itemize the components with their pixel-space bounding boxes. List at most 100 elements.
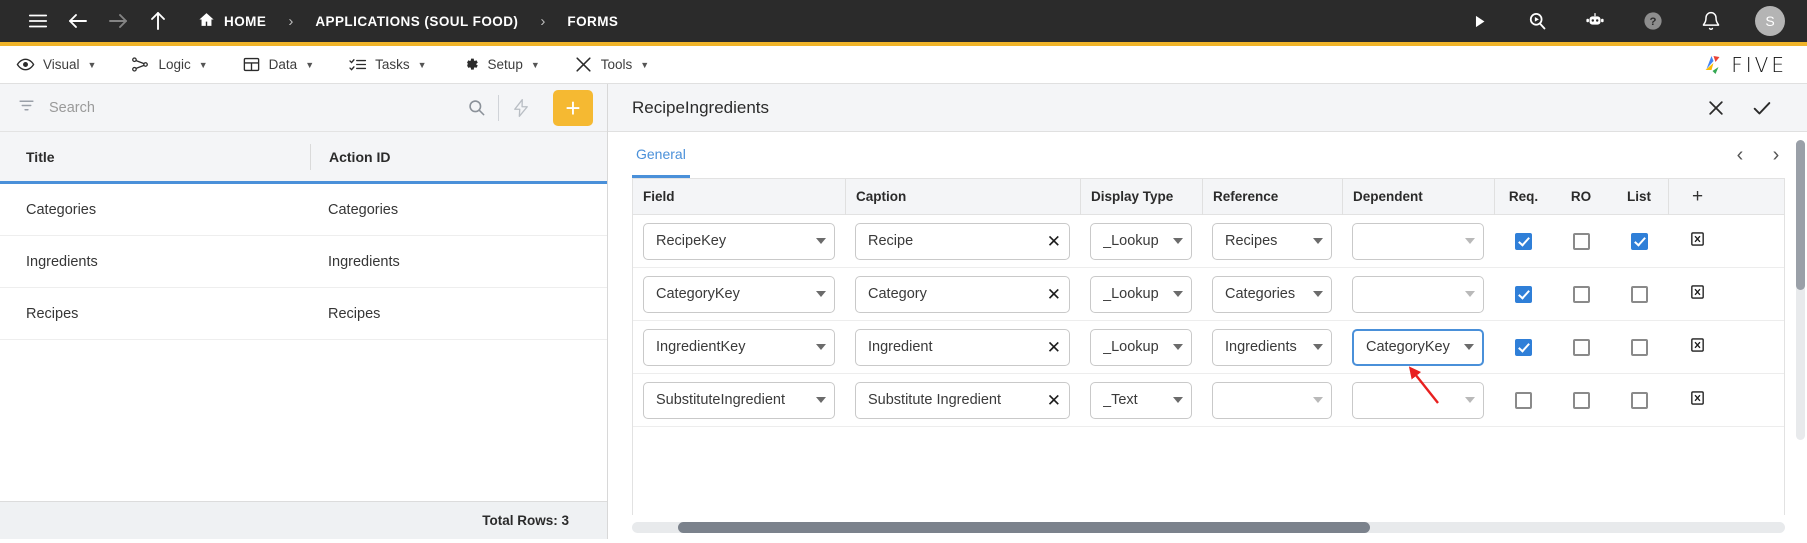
list-checkbox[interactable] [1630,391,1648,409]
search-icon[interactable] [454,84,498,131]
scrollbar-track[interactable] [632,521,1785,533]
menu-item-data[interactable]: Data ▼ [242,55,314,74]
caption-input[interactable]: Recipe ✕ [855,222,1070,260]
help-icon[interactable]: ? [1633,1,1673,41]
column-header-title[interactable]: Title [0,149,310,165]
vertical-scrollbar[interactable] [1796,140,1805,440]
column-header-dependent[interactable]: Dependent [1342,178,1494,215]
menu-item-tools[interactable]: Tools ▼ [574,55,649,74]
ro-checkbox[interactable] [1572,338,1590,356]
reference-select[interactable]: Categories [1212,275,1332,313]
next-page-button[interactable]: › [1767,145,1785,165]
field-select[interactable]: SubstituteIngredient [643,381,835,419]
dependent-select[interactable] [1352,222,1484,260]
dependent-select[interactable] [1352,275,1484,313]
display-type-select[interactable]: _Lookup [1090,275,1192,313]
ro-checkbox[interactable] [1572,391,1590,409]
notifications-bell-icon[interactable] [1691,1,1731,41]
detail-content: General ‹ › Field Caption Display Type R… [608,132,1807,515]
play-icon[interactable] [1459,1,1499,41]
reference-select[interactable] [1212,381,1332,419]
chevron-down-icon [1173,344,1183,350]
table-row[interactable]: Recipes Recipes [0,288,607,340]
chevron-down-icon [1465,397,1475,403]
display-type-select[interactable]: _Text [1090,381,1192,419]
caption-input[interactable]: Ingredient ✕ [855,328,1070,366]
chevron-down-icon [1173,397,1183,403]
lightning-bolt-icon[interactable] [499,84,543,131]
search-run-icon[interactable] [1517,1,1557,41]
clear-x-icon[interactable]: ✕ [1047,286,1061,303]
req-checkbox[interactable] [1514,391,1532,409]
breadcrumb-item-applications[interactable]: APPLICATIONS (SOUL FOOD) [315,14,518,29]
column-header-reference[interactable]: Reference [1202,178,1342,215]
search-input[interactable] [49,84,454,131]
column-header-display-type[interactable]: Display Type [1080,178,1202,215]
vertical-scrollbar-thumb[interactable] [1796,140,1805,290]
field-select[interactable]: IngredientKey [643,328,835,366]
column-header-list[interactable]: List [1610,179,1668,215]
field-select[interactable]: CategoryKey [643,275,835,313]
dependent-select[interactable] [1352,381,1484,419]
cell-ro [1552,285,1610,303]
tab-general[interactable]: General [632,132,690,178]
menu-item-setup[interactable]: Setup ▼ [461,55,540,74]
avatar[interactable]: S [1755,6,1785,36]
chevron-down-icon [1313,397,1323,403]
list-checkbox[interactable] [1630,285,1648,303]
breadcrumb-item-forms[interactable]: FORMS [567,14,618,29]
clear-x-icon[interactable]: ✕ [1047,233,1061,250]
req-checkbox[interactable] [1514,338,1532,356]
form-detail-panel: RecipeIngredients General ‹ › Field Capt… [608,84,1807,539]
display-type-select[interactable]: _Lookup [1090,328,1192,366]
reference-select[interactable]: Recipes [1212,222,1332,260]
delete-row-icon[interactable] [1689,389,1706,412]
menu-item-logic[interactable]: Logic ▼ [130,55,208,74]
delete-row-icon[interactable] [1689,283,1706,306]
delete-row-icon[interactable] [1689,336,1706,359]
add-form-button[interactable]: + [553,89,593,126]
caption-input[interactable]: Substitute Ingredient ✕ [855,381,1070,419]
hamburger-menu-icon[interactable] [18,1,58,41]
filter-icon[interactable] [18,97,35,119]
menu-label-setup: Setup [487,57,523,72]
dependent-select[interactable]: CategoryKey [1352,328,1484,366]
horizontal-scrollbar[interactable] [608,515,1807,539]
cell-list [1610,285,1668,303]
menu-item-tasks[interactable]: Tasks ▼ [348,55,427,74]
list-checkbox[interactable] [1630,232,1648,250]
clear-x-icon[interactable]: ✕ [1047,392,1061,409]
column-header-field[interactable]: Field [633,179,845,215]
forward-arrow-icon[interactable] [98,1,138,41]
clear-x-icon[interactable]: ✕ [1047,339,1061,356]
breadcrumb-item-home[interactable]: HOME [198,11,266,31]
cell-field: CategoryKey [633,275,845,313]
scrollbar-thumb[interactable] [678,521,1370,533]
field-select[interactable]: RecipeKey [643,222,835,260]
close-x-icon[interactable] [1693,85,1739,131]
display-type-select[interactable]: _Lookup [1090,222,1192,260]
chatbot-icon[interactable] [1575,1,1615,41]
column-header-ro[interactable]: RO [1552,179,1610,215]
column-header-caption[interactable]: Caption [845,178,1080,215]
checkmark-icon[interactable] [1739,85,1785,131]
table-row[interactable]: Categories Categories [0,184,607,236]
menu-item-visual[interactable]: Visual ▼ [16,55,96,74]
caption-input[interactable]: Category ✕ [855,275,1070,313]
list-checkbox[interactable] [1630,338,1648,356]
ro-checkbox[interactable] [1572,232,1590,250]
up-arrow-icon[interactable] [138,1,178,41]
back-arrow-icon[interactable] [58,1,98,41]
column-header-req[interactable]: Req. [1494,178,1552,215]
prev-page-button[interactable]: ‹ [1731,145,1749,165]
add-column-button[interactable]: + [1668,178,1726,215]
ro-checkbox[interactable] [1572,285,1590,303]
req-checkbox[interactable] [1514,285,1532,303]
delete-row-icon[interactable] [1689,230,1706,253]
menu-label-visual: Visual [43,57,80,72]
req-checkbox[interactable] [1514,232,1532,250]
table-row[interactable]: Ingredients Ingredients [0,236,607,288]
reference-select[interactable]: Ingredients [1212,328,1332,366]
chevron-down-icon: ▼ [417,59,427,70]
column-header-action-id[interactable]: Action ID [310,143,607,170]
